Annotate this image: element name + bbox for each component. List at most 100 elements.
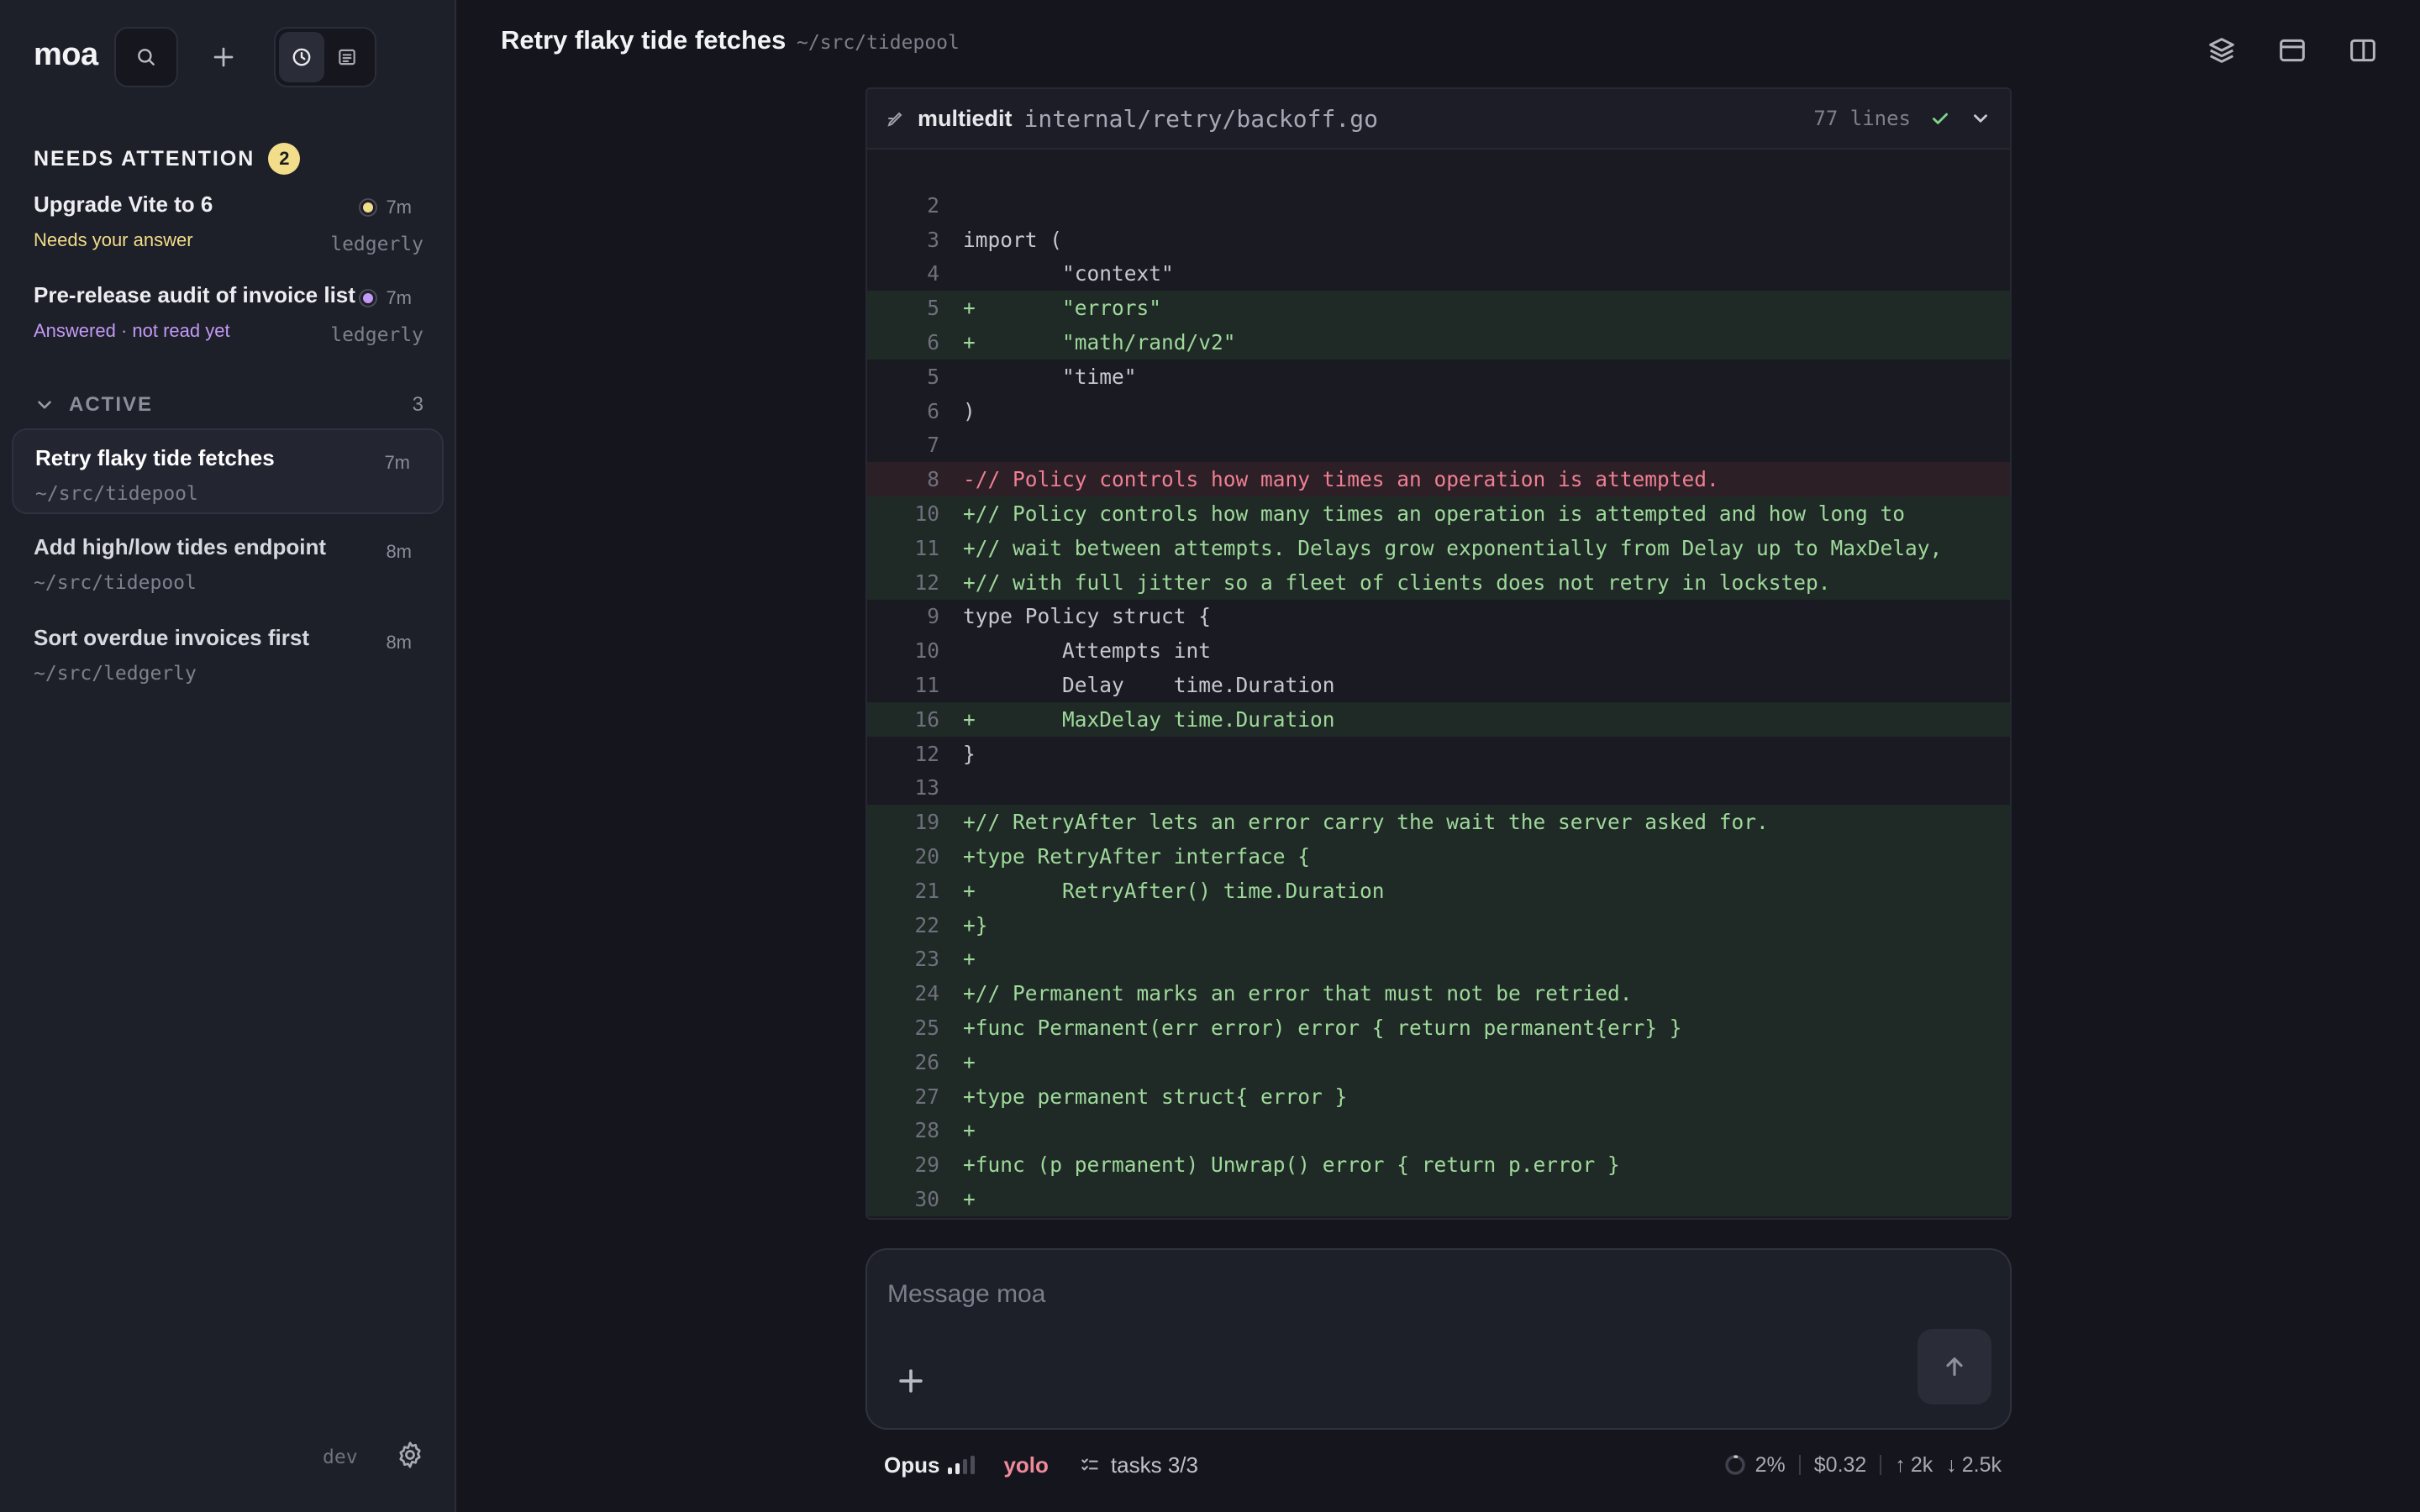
diff-line-added: 26 + xyxy=(867,1044,2010,1079)
send-button[interactable] xyxy=(1918,1329,1991,1404)
diff-line-added: 22 +} xyxy=(867,907,2010,942)
checklist-icon xyxy=(1081,1458,1098,1471)
diff-line: 5 "time" xyxy=(867,360,2010,394)
diff-line-added: 24 +// Permanent marks an error that must… xyxy=(867,976,2010,1011)
diff-line-added: 27 +type permanent struct{ error } xyxy=(867,1079,2010,1114)
arrow-up-icon xyxy=(1946,1357,1963,1376)
line-number: 11 xyxy=(914,673,939,698)
line-number: 26 xyxy=(914,1049,939,1074)
diff-line-removed: 8 -// Policy controls how many times an o… xyxy=(867,462,2010,497)
diff-line-added: 6 + "math/rand/v2" xyxy=(867,325,2010,360)
split-view-button[interactable] xyxy=(2346,34,2380,67)
tokens-up: 2k xyxy=(1910,1452,1933,1477)
session-item[interactable]: Retry flaky tide fetches ~/src/tidepool … xyxy=(12,428,444,514)
files-view-button[interactable] xyxy=(324,32,370,82)
diff-header[interactable]: multiedit internal/retry/backoff.go 77 l… xyxy=(867,89,2010,150)
line-number: 3 xyxy=(927,227,939,252)
line-code: +} xyxy=(963,912,988,937)
session-time: 7m xyxy=(384,452,410,473)
line-code: +type RetryAfter interface { xyxy=(963,844,1311,869)
line-number: 28 xyxy=(914,1118,939,1143)
collapse-button[interactable] xyxy=(1970,108,1991,129)
diff-line-added: 29 +func (p permanent) Unwrap() error { r… xyxy=(867,1147,2010,1183)
line-code: Delay time.Duration xyxy=(963,673,1335,698)
line-number: 21 xyxy=(914,878,939,903)
diff-line-added: 20 +type RetryAfter interface { xyxy=(867,839,2010,874)
status-bar: Opus yolo tasks 3/3 2% $0.32 ↑ 2k ↓ 2.5k xyxy=(884,1448,2002,1482)
line-number: 30 xyxy=(914,1187,939,1211)
page-title: Retry flaky tide fetches xyxy=(501,25,786,55)
line-code: + xyxy=(963,947,976,972)
line-code: Attempts int xyxy=(963,638,1212,664)
session-path: ~/src/tidepool xyxy=(35,483,198,505)
settings-button[interactable] xyxy=(395,1440,425,1470)
line-code: +func Permanent(err error) error { retur… xyxy=(963,1016,1682,1041)
status-dot-icon xyxy=(359,198,378,217)
line-number: 2 xyxy=(927,192,939,218)
diff-line-added: 30 + xyxy=(867,1182,2010,1216)
session-path: ~/src/tidepool xyxy=(34,572,197,594)
needs-attention-header: NEEDS ATTENTION 2 xyxy=(34,143,301,175)
message-input[interactable] xyxy=(887,1280,1812,1309)
line-code: + RetryAfter() time.Duration xyxy=(963,878,1385,903)
line-code: type Policy struct { xyxy=(963,604,1212,629)
tokens-down: 2.5k xyxy=(1961,1452,2002,1477)
line-number: 9 xyxy=(927,604,939,629)
diff-line: 12} xyxy=(867,737,2010,771)
diff-line-added: 16 + MaxDelay time.Duration xyxy=(867,701,2010,737)
project-path: ~/src/tidepool xyxy=(797,32,960,54)
history-view-button[interactable] xyxy=(279,32,324,82)
session-cost: $0.32 xyxy=(1813,1452,1867,1477)
layers-button[interactable] xyxy=(2205,34,2238,67)
line-number: 13 xyxy=(914,775,939,801)
line-code: } xyxy=(963,741,976,766)
line-count: 77 lines xyxy=(1813,107,1911,130)
file-list-icon xyxy=(339,49,355,66)
split-view-icon xyxy=(2350,39,2375,62)
diff-line: 4 "context" xyxy=(867,257,2010,291)
sidebar: moa NEEDS ATTENTION 2 Upgrade Vite to 6 … xyxy=(0,0,456,1512)
line-code: + MaxDelay time.Duration xyxy=(963,706,1335,732)
line-number: 5 xyxy=(927,296,939,321)
diff-body: 2 3 import (4 "context" 5 + "errors" 6 + "math… xyxy=(867,150,2010,1216)
attention-item[interactable]: Upgrade Vite to 6 Needs your answer 7m l… xyxy=(34,192,424,255)
panel-button[interactable] xyxy=(2275,34,2309,67)
mode-toggle[interactable]: yolo xyxy=(1003,1452,1048,1478)
diff-line-added: 10 +// Policy controls how many times an … xyxy=(867,496,2010,531)
search-button[interactable] xyxy=(114,27,178,87)
diff-panel: multiedit internal/retry/backoff.go 77 l… xyxy=(865,87,2012,1220)
check-icon xyxy=(1933,113,1948,124)
diff-line-added: 12 +// with full jitter so a fleet of cli… xyxy=(867,564,2010,600)
session-time: 8m xyxy=(386,541,412,562)
line-number: 7 xyxy=(927,433,939,458)
active-section-toggle[interactable]: ACTIVE 3 xyxy=(34,393,424,417)
session-item[interactable]: Sort overdue invoices first ~/src/ledger… xyxy=(12,610,444,696)
attach-button[interactable] xyxy=(892,1362,929,1399)
pencil-icon xyxy=(887,112,902,127)
diff-line-added: 11 +// wait between attempts. Delays grow… xyxy=(867,530,2010,565)
clock-icon xyxy=(292,48,311,66)
line-number: 4 xyxy=(927,261,939,286)
context-ring-icon xyxy=(1724,1455,1745,1475)
line-code: + xyxy=(963,1049,976,1074)
line-number: 6 xyxy=(927,330,939,355)
plus-icon xyxy=(899,1369,923,1393)
diff-line: 11 Delay time.Duration xyxy=(867,668,2010,702)
new-session-button[interactable] xyxy=(193,27,254,87)
layers-icon xyxy=(2209,38,2234,63)
line-number: 12 xyxy=(914,741,939,766)
attention-count-badge: 2 xyxy=(268,143,301,175)
tasks-button[interactable]: tasks 3/3 xyxy=(1079,1452,1198,1478)
divider xyxy=(1798,1455,1801,1475)
line-number: 19 xyxy=(914,810,939,835)
line-number: 22 xyxy=(914,912,939,937)
status-dot-icon xyxy=(359,289,378,307)
line-number: 8 xyxy=(927,467,939,492)
line-code: + "errors" xyxy=(963,296,1162,321)
session-item[interactable]: Add high/low tides endpoint ~/src/tidepo… xyxy=(12,519,444,605)
line-code: +// with full jitter so a fleet of clien… xyxy=(963,570,1831,595)
attention-item[interactable]: Pre-release audit of invoice list Answer… xyxy=(34,282,424,346)
line-code: -// Policy controls how many times an op… xyxy=(963,467,1719,492)
model-selector[interactable]: Opus xyxy=(884,1452,939,1478)
diff-line-added: 19 +// RetryAfter lets an error carry the… xyxy=(867,805,2010,840)
